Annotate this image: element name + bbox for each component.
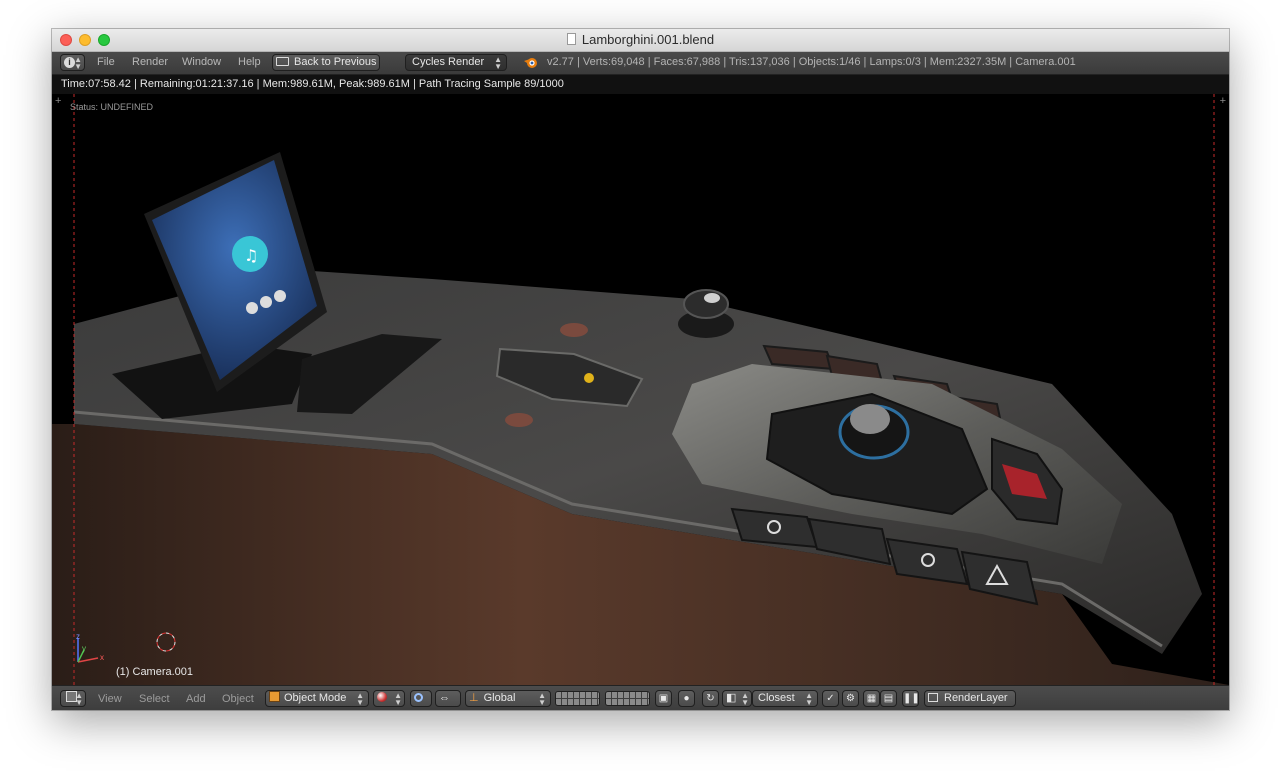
window-title: Lamborghini.001.blend — [52, 32, 1229, 47]
snap-target-label: Closest — [758, 692, 795, 704]
snap-magnet-icon: ◧ — [726, 692, 737, 704]
3d-view-header: ▲ ▼ View Select Add Object Object Mode ▲ ▼… — [52, 685, 1229, 710]
shading-arrows-icon: ▲ ▼ — [394, 691, 402, 707]
menu-add[interactable]: Add — [186, 693, 206, 705]
render-layer-label: RenderLayer — [944, 692, 1008, 704]
manipulator-icon: ⇔ — [439, 692, 450, 704]
viewport-shading-select[interactable]: ▲ ▼ — [373, 690, 405, 707]
render-engine-select[interactable]: Cycles Render ▲ ▼ — [405, 54, 507, 71]
render-layer-icon — [928, 693, 938, 702]
menu-object[interactable]: Object — [222, 693, 254, 705]
editor-type-arrows-icon: ▲ ▼ — [74, 55, 82, 71]
render-only-icon[interactable]: ● — [678, 690, 695, 707]
indicator-lamp-1 — [560, 323, 588, 337]
back-to-previous-label: Back to Previous — [294, 56, 377, 68]
editor-type-arrows-icon: ▲ ▼ — [75, 691, 83, 707]
axis-z-label: z — [76, 632, 80, 641]
active-camera-label: (1) Camera.001 — [116, 666, 194, 678]
menu-select[interactable]: Select — [139, 693, 170, 705]
view3d-editor-icon[interactable]: ▲ ▼ — [60, 690, 86, 707]
opengl-render-image-icon[interactable]: ▦ — [863, 690, 880, 707]
menu-help[interactable]: Help — [238, 56, 261, 68]
render-preview: ♫ — [52, 94, 1229, 685]
editor-type-button[interactable]: i ▲ ▼ — [60, 54, 85, 71]
back-screen-icon — [276, 57, 289, 66]
mode-arrows-icon: ▲ ▼ — [356, 691, 364, 707]
transform-orientation-label: Global — [483, 692, 516, 704]
pause-icon[interactable]: ❚❚ — [902, 690, 920, 707]
info-header: i ▲ ▼ File Render Window Help Back to Pre… — [52, 52, 1229, 75]
axis-y-label: y — [82, 644, 86, 653]
opengl-render-animation-icon[interactable]: ▤ — [880, 690, 897, 707]
snap-arrows-icon: ▲ ▼ — [741, 691, 749, 707]
snap-target-select[interactable]: Closest ▲ ▼ — [752, 690, 818, 707]
orientation-arrows-icon: ▲ ▼ — [538, 691, 546, 707]
joystick-knob — [683, 289, 729, 319]
indicator-lamp-2 — [505, 413, 533, 427]
interaction-mode-select[interactable]: Object Mode ▲ ▼ — [265, 690, 369, 707]
menu-render[interactable]: Render — [132, 56, 168, 68]
render-engine-label: Cycles Render — [412, 56, 485, 68]
render-engine-arrows-icon: ▲ ▼ — [494, 55, 502, 71]
axis-x-label: x — [100, 653, 104, 662]
shading-sphere-icon — [377, 692, 387, 702]
align-rotation-icon[interactable]: ✓ — [822, 690, 839, 707]
object-mode-cube-icon — [269, 691, 280, 702]
manipulator-toggle[interactable]: ⇔ — [435, 690, 461, 707]
snap-element-select[interactable]: ◧ ▲ ▼ — [722, 690, 752, 707]
blender-logo-icon — [523, 55, 539, 72]
area-split-corner-tr[interactable]: + — [1220, 95, 1226, 107]
render-layer-button[interactable]: RenderLayer — [924, 690, 1016, 707]
window-title-text: Lamborghini.001.blend — [581, 32, 715, 47]
pivot-icon — [414, 693, 423, 702]
scene-stats: v2.77 | Verts:69,048 | Faces:67,988 | Tr… — [547, 56, 1076, 68]
orientation-axes-icon: ⊥ — [469, 692, 479, 704]
lock-camera-icon[interactable]: ▣ — [655, 690, 672, 707]
title-bar: Lamborghini.001.blend — [52, 29, 1229, 52]
menu-view[interactable]: View — [98, 693, 122, 705]
layer-grid-icon[interactable] — [555, 691, 600, 706]
svg-text:♫: ♫ — [244, 246, 258, 265]
interaction-mode-label: Object Mode — [284, 692, 347, 704]
viewport-status-text: Status: UNDEFINED — [70, 102, 154, 112]
transform-orientation-select[interactable]: ⊥ Global ▲ ▼ — [465, 690, 551, 707]
snap-target-arrows-icon: ▲ ▼ — [805, 691, 813, 707]
pivot-point-select[interactable] — [410, 690, 432, 707]
3d-viewport[interactable]: ♫ Status: UNDEFINED + + z y x (1) Camera… — [52, 94, 1229, 685]
menu-window[interactable]: Window — [182, 56, 221, 68]
render-status-line: Time:07:58.42 | Remaining:01:21:37.16 | … — [52, 75, 1229, 94]
document-icon — [566, 33, 576, 45]
layer-grid-2-icon[interactable] — [605, 691, 650, 706]
proportional-edit-icon[interactable]: ↻ — [702, 690, 719, 707]
blender-window: Lamborghini.001.blend i ▲ ▼ File Render W… — [52, 29, 1229, 710]
area-split-corner-tl[interactable]: + — [55, 95, 61, 107]
snap-self-icon[interactable]: ⚙ — [842, 690, 859, 707]
back-to-previous-button[interactable]: Back to Previous — [272, 54, 380, 71]
menu-file[interactable]: File — [97, 56, 115, 68]
